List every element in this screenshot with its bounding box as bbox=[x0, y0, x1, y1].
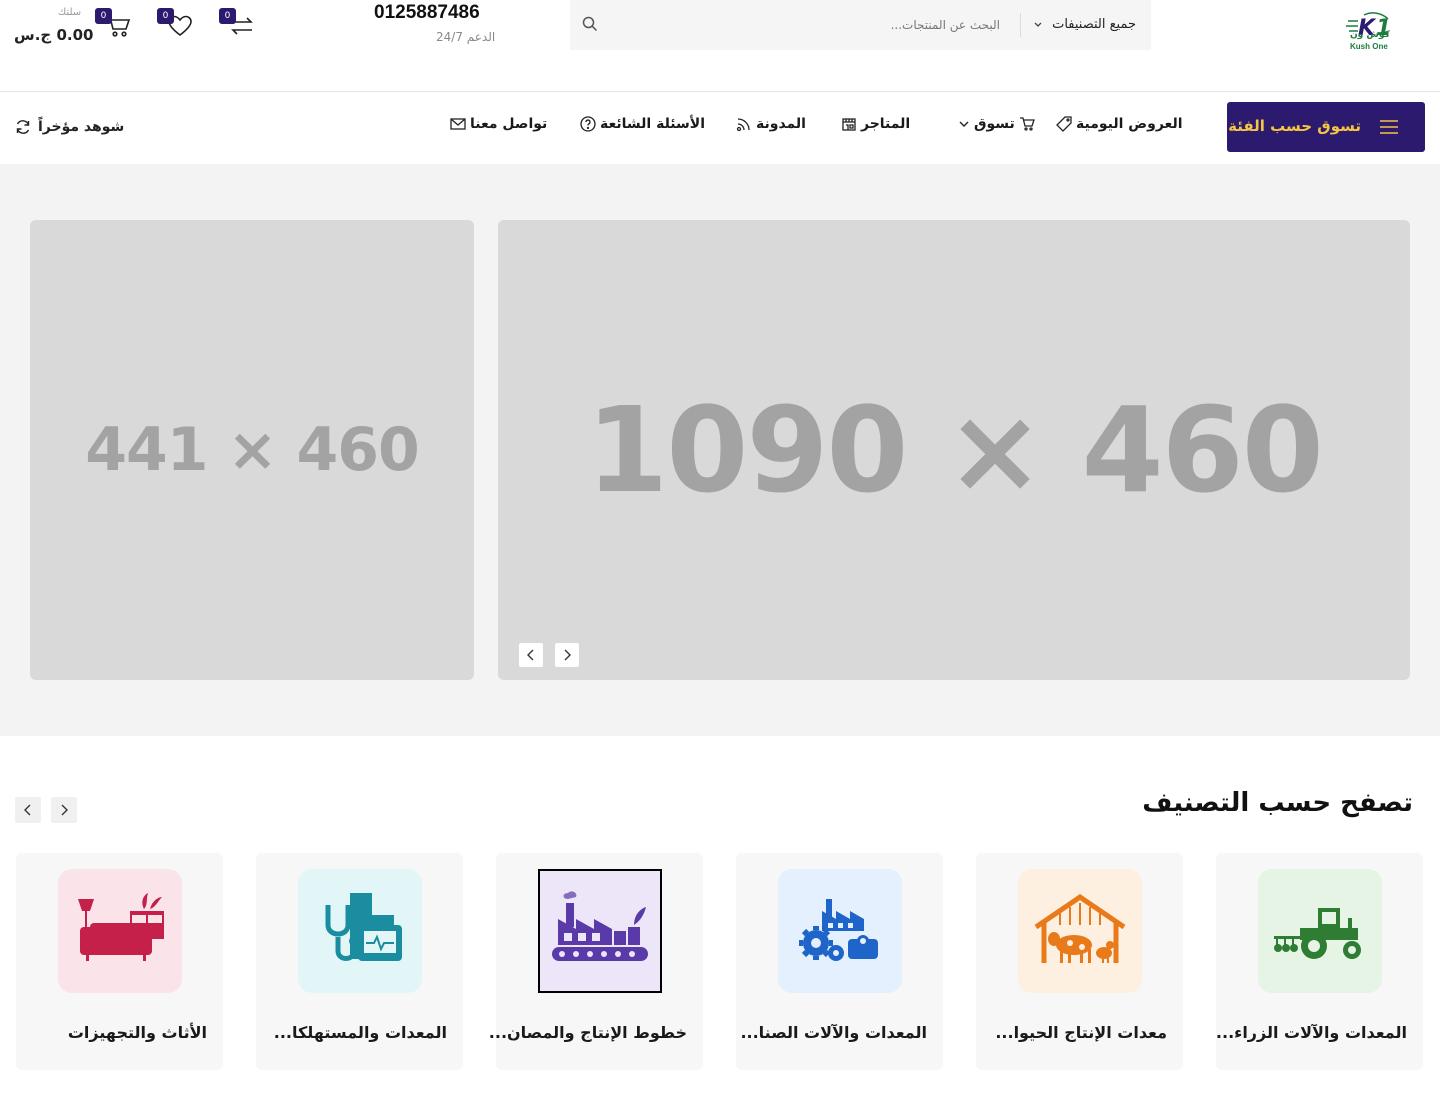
recently-viewed-link[interactable]: شوهد مؤخراً bbox=[14, 118, 124, 136]
nav-stores-label: المتاجر bbox=[861, 116, 911, 132]
slider-next-button[interactable] bbox=[555, 643, 579, 667]
category-name: معدات الإنتاج الحيوا... bbox=[995, 1023, 1167, 1042]
production-line-icon bbox=[552, 891, 648, 961]
slider-prev-button[interactable] bbox=[519, 643, 543, 667]
category-select-label: جميع التصنيفات bbox=[1052, 17, 1136, 32]
cart-count-badge: 0 bbox=[95, 8, 112, 24]
recently-viewed-label: شوهد مؤخراً bbox=[38, 119, 125, 135]
search-bar: جميع التصنيفات bbox=[570, 0, 1151, 50]
cart-button[interactable]: 0 bbox=[95, 8, 135, 42]
tag-icon bbox=[1056, 116, 1072, 132]
nav-shop-label: تسوق bbox=[974, 116, 1015, 132]
nav-faq[interactable]: الأسئلة الشائعة bbox=[580, 116, 705, 132]
category-name: المعدات والمستهلكا... bbox=[273, 1023, 447, 1042]
search-input[interactable] bbox=[610, 12, 1000, 38]
shop-by-category-button[interactable]: تسوق حسب الفئة bbox=[1227, 102, 1425, 152]
category-thumb bbox=[298, 869, 422, 993]
factory-gears-icon bbox=[799, 899, 878, 961]
category-thumb bbox=[1018, 869, 1142, 993]
chevron-right-icon bbox=[61, 804, 68, 816]
category-name: الأثاث والتجهيزات bbox=[67, 1023, 207, 1042]
nav-daily-deals[interactable]: العروض اليومية bbox=[1056, 116, 1183, 132]
store-icon bbox=[842, 118, 856, 131]
chevron-down-icon bbox=[959, 121, 969, 127]
tractor-icon bbox=[1274, 908, 1361, 959]
hero-section: 441 × 460 1090 × 460 bbox=[0, 164, 1440, 736]
compare-button[interactable]: 0 bbox=[219, 8, 259, 42]
category-name: خطوط الإنتاج والمصان... bbox=[488, 1023, 687, 1042]
mail-icon bbox=[450, 118, 466, 130]
menu-icon bbox=[1380, 120, 1398, 134]
support-label: الدعم 24/7 bbox=[436, 30, 496, 44]
side-banner[interactable]: 441 × 460 bbox=[30, 220, 474, 680]
category-card[interactable]: المعدات والآلات الزراء... bbox=[1216, 853, 1423, 1070]
categories-next-button[interactable] bbox=[51, 797, 77, 823]
logo-text: كوش ون bbox=[1350, 30, 1390, 40]
help-circle-icon bbox=[580, 116, 596, 132]
category-card[interactable]: المعدات والمستهلكا... bbox=[256, 853, 463, 1070]
category-card[interactable]: خطوط الإنتاج والمصان... bbox=[489, 853, 703, 1070]
medical-equipment-icon bbox=[325, 893, 402, 961]
wishlist-count-badge: 0 bbox=[157, 8, 174, 24]
category-card[interactable]: المعدات والآلات الصنا... bbox=[736, 853, 943, 1070]
logo-subtext: Kush One bbox=[1350, 42, 1388, 51]
chevron-left-icon bbox=[24, 804, 31, 816]
cart-icon bbox=[1019, 117, 1035, 131]
category-card[interactable]: الأثاث والتجهيزات bbox=[16, 853, 223, 1070]
category-name: المعدات والآلات الزراء... bbox=[1215, 1023, 1407, 1042]
top-header: سلتك 0.00 ج.س 0 0 0 0125887486 الدعم 24/… bbox=[0, 0, 1440, 92]
sofa-icon bbox=[78, 893, 164, 961]
nav-shop[interactable]: تسوق bbox=[958, 116, 1035, 132]
nav-faq-label: الأسئلة الشائعة bbox=[600, 116, 705, 132]
main-banner[interactable]: 1090 × 460 bbox=[498, 220, 1410, 680]
category-thumb bbox=[58, 869, 182, 993]
support-phone[interactable]: 0125887486 bbox=[374, 2, 480, 24]
search-icon[interactable] bbox=[582, 16, 598, 32]
category-thumb bbox=[778, 869, 902, 993]
category-name: المعدات والآلات الصنا... bbox=[740, 1023, 927, 1042]
categories-title: تصفح حسب التصنيف bbox=[1142, 788, 1413, 818]
category-card[interactable]: معدات الإنتاج الحيوا... bbox=[976, 853, 1183, 1070]
nav-contact-label: تواصل معنا bbox=[470, 116, 548, 132]
chevron-right-icon bbox=[564, 649, 571, 661]
wishlist-button[interactable]: 0 bbox=[157, 8, 197, 42]
rss-icon bbox=[736, 118, 750, 132]
barn-cow-icon bbox=[1034, 893, 1126, 963]
chevron-down-icon bbox=[1034, 22, 1042, 27]
search-divider bbox=[1020, 13, 1021, 37]
refresh-icon bbox=[16, 120, 30, 134]
shop-by-category-label: تسوق حسب الفئة bbox=[1228, 117, 1361, 135]
nav-daily-deals-label: العروض اليومية bbox=[1076, 116, 1183, 132]
category-select[interactable]: جميع التصنيفات bbox=[1032, 17, 1142, 37]
cart-caption: سلتك bbox=[58, 7, 82, 18]
categories-prev-button[interactable] bbox=[15, 797, 41, 823]
chevron-left-icon bbox=[527, 649, 534, 661]
nav-blog-label: المدونة bbox=[756, 116, 806, 132]
category-thumb bbox=[538, 869, 662, 993]
compare-count-badge: 0 bbox=[219, 8, 236, 24]
main-nav: شوهد مؤخراً تواصل معنا الأسئلة الشائعة ا… bbox=[0, 92, 1440, 164]
nav-stores[interactable]: المتاجر bbox=[841, 116, 910, 132]
cart-amount[interactable]: 0.00 ج.س bbox=[14, 26, 93, 44]
category-thumb bbox=[1258, 869, 1382, 993]
nav-blog[interactable]: المدونة bbox=[736, 116, 806, 132]
nav-contact[interactable]: تواصل معنا bbox=[450, 116, 547, 132]
